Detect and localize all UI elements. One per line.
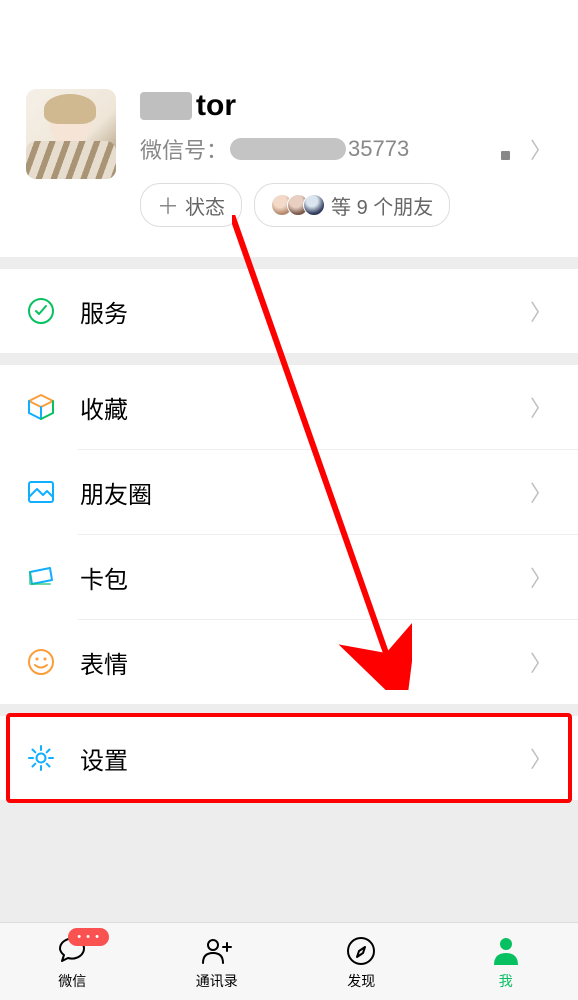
- chevron-right-icon: 〉: [530, 391, 552, 423]
- services-icon: [26, 296, 56, 326]
- menu-cards[interactable]: 卡包 〉: [0, 535, 578, 619]
- cards-icon: [26, 562, 56, 592]
- status-label: 状态: [185, 191, 225, 220]
- tab-bar: • • • 微信 通讯录 发现 我: [0, 922, 578, 1000]
- menu-label: 朋友圈: [80, 475, 530, 510]
- profile-header[interactable]: tor 微信号： 35773 〉 ＋ 状态 等 9 个朋友: [0, 0, 578, 257]
- unread-badge: • • •: [68, 928, 109, 946]
- moments-icon: [26, 477, 56, 507]
- menu-favorites[interactable]: 收藏 〉: [0, 365, 578, 449]
- tab-discover[interactable]: 发现: [289, 923, 434, 1000]
- menu-label: 卡包: [80, 560, 530, 595]
- menu-label: 收藏: [80, 390, 530, 425]
- friends-status-button[interactable]: 等 9 个朋友: [254, 183, 450, 227]
- tab-contacts[interactable]: 通讯录: [145, 923, 290, 1000]
- wxid-obscured: [230, 138, 346, 160]
- friends-avatars: [271, 194, 325, 216]
- wxid-suffix: 35773: [348, 136, 409, 162]
- plus-icon: ＋: [157, 189, 179, 221]
- tab-me[interactable]: 我: [434, 923, 578, 1000]
- wechat-id-row: 微信号： 35773 〉: [140, 133, 552, 165]
- smiley-icon: [26, 647, 56, 677]
- menu-settings[interactable]: 设置 〉: [0, 716, 578, 800]
- name-obscured: [140, 92, 192, 120]
- cube-icon: [26, 392, 56, 422]
- tab-wechat[interactable]: • • • 微信: [0, 923, 145, 1000]
- contacts-icon: [199, 933, 235, 969]
- menu-label: 表情: [80, 645, 530, 680]
- wxid-label: 微信号：: [140, 133, 228, 165]
- tab-label: 发现: [347, 971, 375, 991]
- avatar[interactable]: [26, 89, 116, 179]
- qr-code-icon[interactable]: [487, 137, 512, 162]
- name-suffix: tor: [196, 89, 236, 123]
- tab-label: 我: [499, 971, 513, 991]
- friends-status-label: 等 9 个朋友: [331, 191, 433, 220]
- tab-label: 微信: [58, 971, 86, 991]
- tab-label: 通讯录: [196, 971, 238, 991]
- chevron-right-icon: 〉: [530, 133, 552, 165]
- status-button[interactable]: ＋ 状态: [140, 183, 242, 227]
- chevron-right-icon: 〉: [530, 476, 552, 508]
- chevron-right-icon: 〉: [530, 742, 552, 774]
- menu-label: 服务: [80, 294, 530, 329]
- person-icon: [488, 933, 524, 969]
- menu-stickers[interactable]: 表情 〉: [0, 620, 578, 704]
- compass-icon: [343, 933, 379, 969]
- chevron-right-icon: 〉: [530, 295, 552, 327]
- menu-services[interactable]: 服务 〉: [0, 269, 578, 353]
- display-name: tor: [140, 89, 552, 123]
- menu-label: 设置: [80, 741, 530, 776]
- chevron-right-icon: 〉: [530, 561, 552, 593]
- gear-icon: [26, 743, 56, 773]
- chevron-right-icon: 〉: [530, 646, 552, 678]
- menu-moments[interactable]: 朋友圈 〉: [0, 450, 578, 534]
